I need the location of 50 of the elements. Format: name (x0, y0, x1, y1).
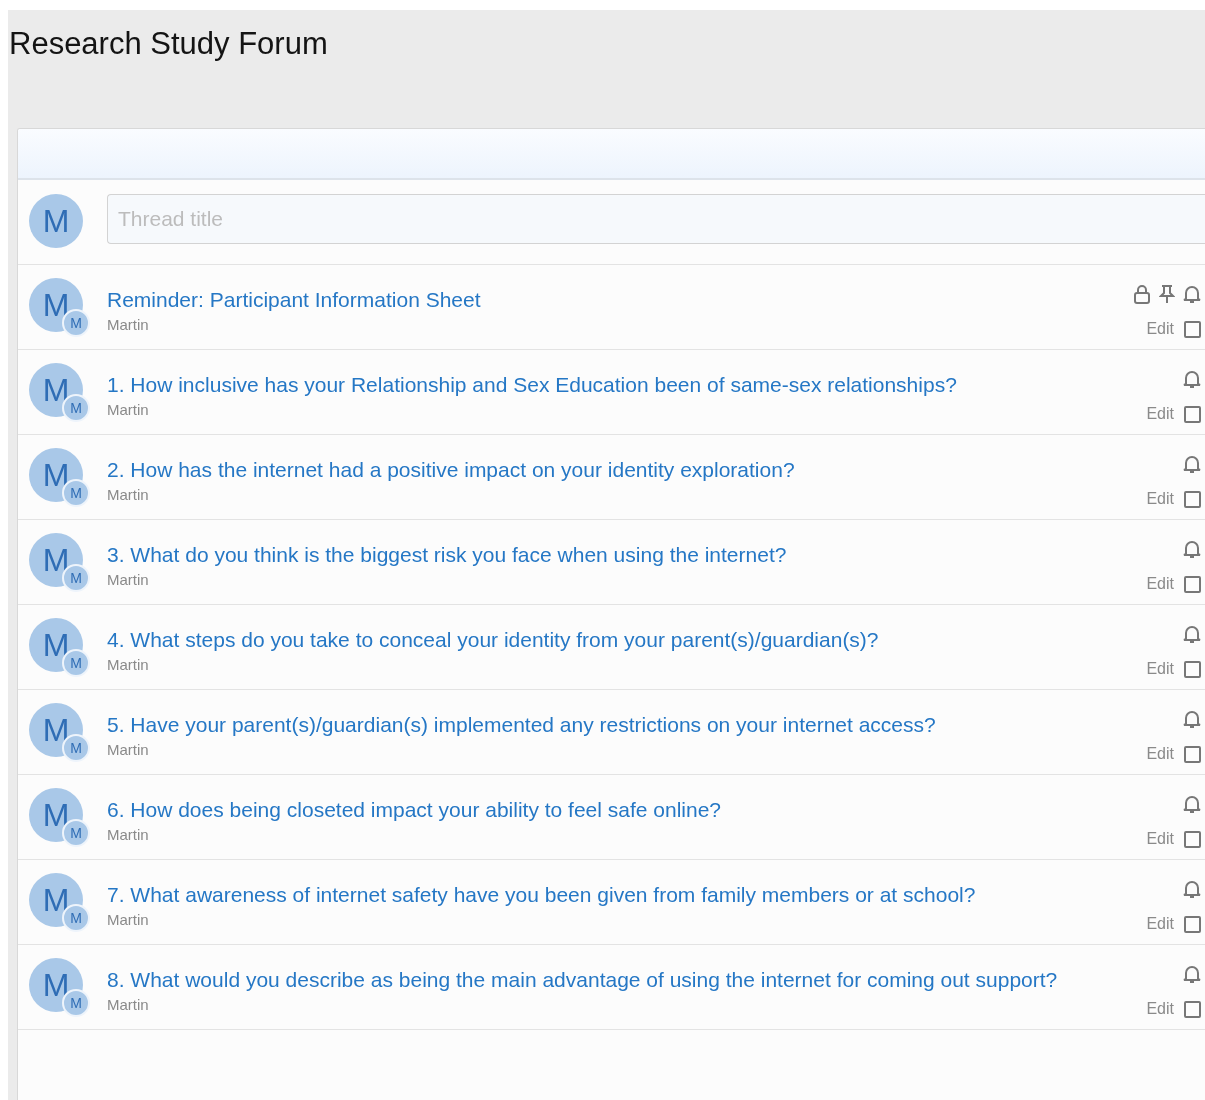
thread-author: Martin (107, 485, 150, 505)
bell-icon[interactable] (1183, 454, 1201, 474)
page-title: Research Study Forum (9, 25, 329, 63)
user-avatar: M (29, 194, 83, 248)
thread-title-link[interactable]: 5. Have your parent(s)/guardian(s) implemented any restrictions on your internet access? (107, 709, 1087, 740)
thread-title-link[interactable]: Reminder: Participant Information Sheet (107, 284, 1087, 315)
bell-icon[interactable] (1183, 964, 1201, 984)
bell-icon[interactable] (1183, 879, 1201, 899)
thread-author: Martin (107, 825, 150, 845)
thread-title-link[interactable]: 6. How does being closeted impact your ability to feel safe online? (107, 794, 1087, 825)
edit-link[interactable]: Edit (1146, 830, 1174, 848)
bell-icon[interactable] (1183, 624, 1201, 644)
edit-link[interactable]: Edit (1146, 915, 1174, 933)
bell-icon[interactable] (1183, 284, 1201, 304)
thread-title-link[interactable]: 1. How inclusive has your Relationship and Sex Education been of same-sex relationships? (107, 369, 1087, 400)
select-checkbox[interactable] (1184, 915, 1201, 933)
thread-title-link[interactable]: 7. What awareness of internet safety have you been given from family members or at school? (107, 879, 1087, 910)
edit-link[interactable]: Edit (1146, 745, 1174, 763)
thread-title-link[interactable]: 4. What steps do you take to conceal your identity from your parent(s)/guardian(s)? (107, 624, 1087, 655)
select-checkbox[interactable] (1184, 830, 1201, 848)
select-checkbox[interactable] (1184, 490, 1201, 508)
select-checkbox[interactable] (1184, 575, 1201, 593)
thread-author: Martin (107, 400, 150, 420)
thread-author: Martin (107, 570, 150, 590)
thread-author: Martin (107, 910, 150, 930)
thread-title-field[interactable]: Thread title (107, 194, 1205, 244)
bell-icon[interactable] (1183, 539, 1201, 559)
select-checkbox[interactable] (1184, 1000, 1201, 1018)
edit-link[interactable]: Edit (1146, 1000, 1174, 1018)
edit-link[interactable]: Edit (1146, 490, 1174, 508)
bell-icon[interactable] (1183, 369, 1201, 389)
pin-icon (1159, 284, 1175, 304)
select-checkbox[interactable] (1184, 660, 1201, 678)
edit-link[interactable]: Edit (1146, 405, 1174, 423)
edit-link[interactable]: Edit (1146, 320, 1174, 338)
thread-title-link[interactable]: 2. How has the internet had a positive impact on your identity exploration? (107, 454, 1087, 485)
edit-link[interactable]: Edit (1146, 660, 1174, 678)
thread-title-link[interactable]: 3. What do you think is the biggest risk you face when using the internet? (107, 539, 1087, 570)
thread-author: Martin (107, 995, 150, 1015)
edit-link[interactable]: Edit (1146, 575, 1174, 593)
select-checkbox[interactable] (1184, 745, 1201, 763)
lock-icon (1133, 284, 1151, 304)
thread-author: Martin (107, 655, 150, 675)
bell-icon[interactable] (1183, 709, 1201, 729)
bell-icon[interactable] (1183, 794, 1201, 814)
thread-title-link[interactable]: 8. What would you describe as being the main advantage of using the internet for coming out support? (107, 964, 1087, 995)
select-checkbox[interactable] (1184, 320, 1201, 338)
thread-author: Martin (107, 315, 150, 335)
thread-author: Martin (107, 740, 150, 760)
select-checkbox[interactable] (1184, 405, 1201, 423)
